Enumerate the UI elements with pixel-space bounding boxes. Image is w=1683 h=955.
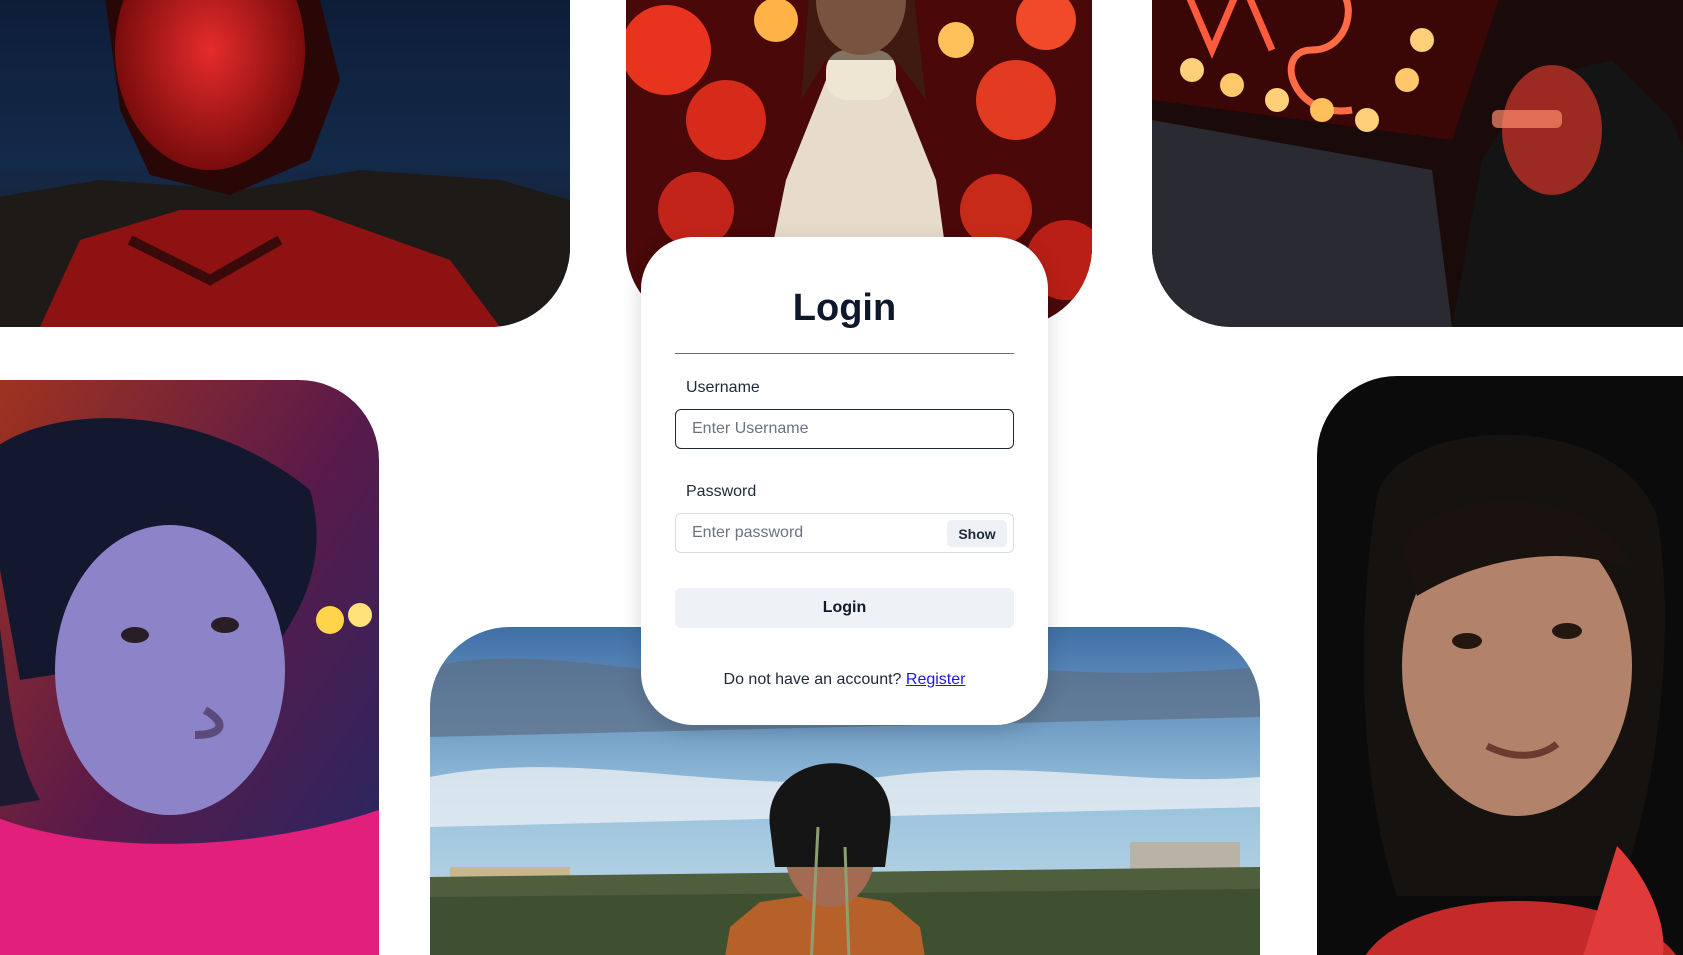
photo-portrait-red-light <box>0 0 570 327</box>
show-password-button[interactable]: Show <box>947 520 1007 547</box>
username-input[interactable] <box>692 410 932 448</box>
login-page: Login Username Password Show Login Do no… <box>0 0 1683 955</box>
register-link[interactable]: Register <box>906 671 966 688</box>
username-field-container <box>675 409 1014 449</box>
title-divider <box>675 353 1014 354</box>
password-input[interactable] <box>692 514 932 552</box>
login-button[interactable]: Login <box>675 588 1014 628</box>
register-prompt-line: Do not have an account? Register <box>641 671 1048 689</box>
photo-portrait-neon-sign <box>1152 0 1683 327</box>
photo-portrait-curly-hair <box>0 380 379 955</box>
username-label: Username <box>686 379 760 396</box>
photo-portrait-dark-background <box>1317 376 1683 955</box>
login-card: Login Username Password Show Login Do no… <box>641 237 1048 725</box>
page-title: Login <box>792 287 897 329</box>
password-label: Password <box>686 483 757 500</box>
password-field-container: Show <box>675 513 1014 553</box>
register-prompt-text: Do not have an account? <box>723 671 902 688</box>
